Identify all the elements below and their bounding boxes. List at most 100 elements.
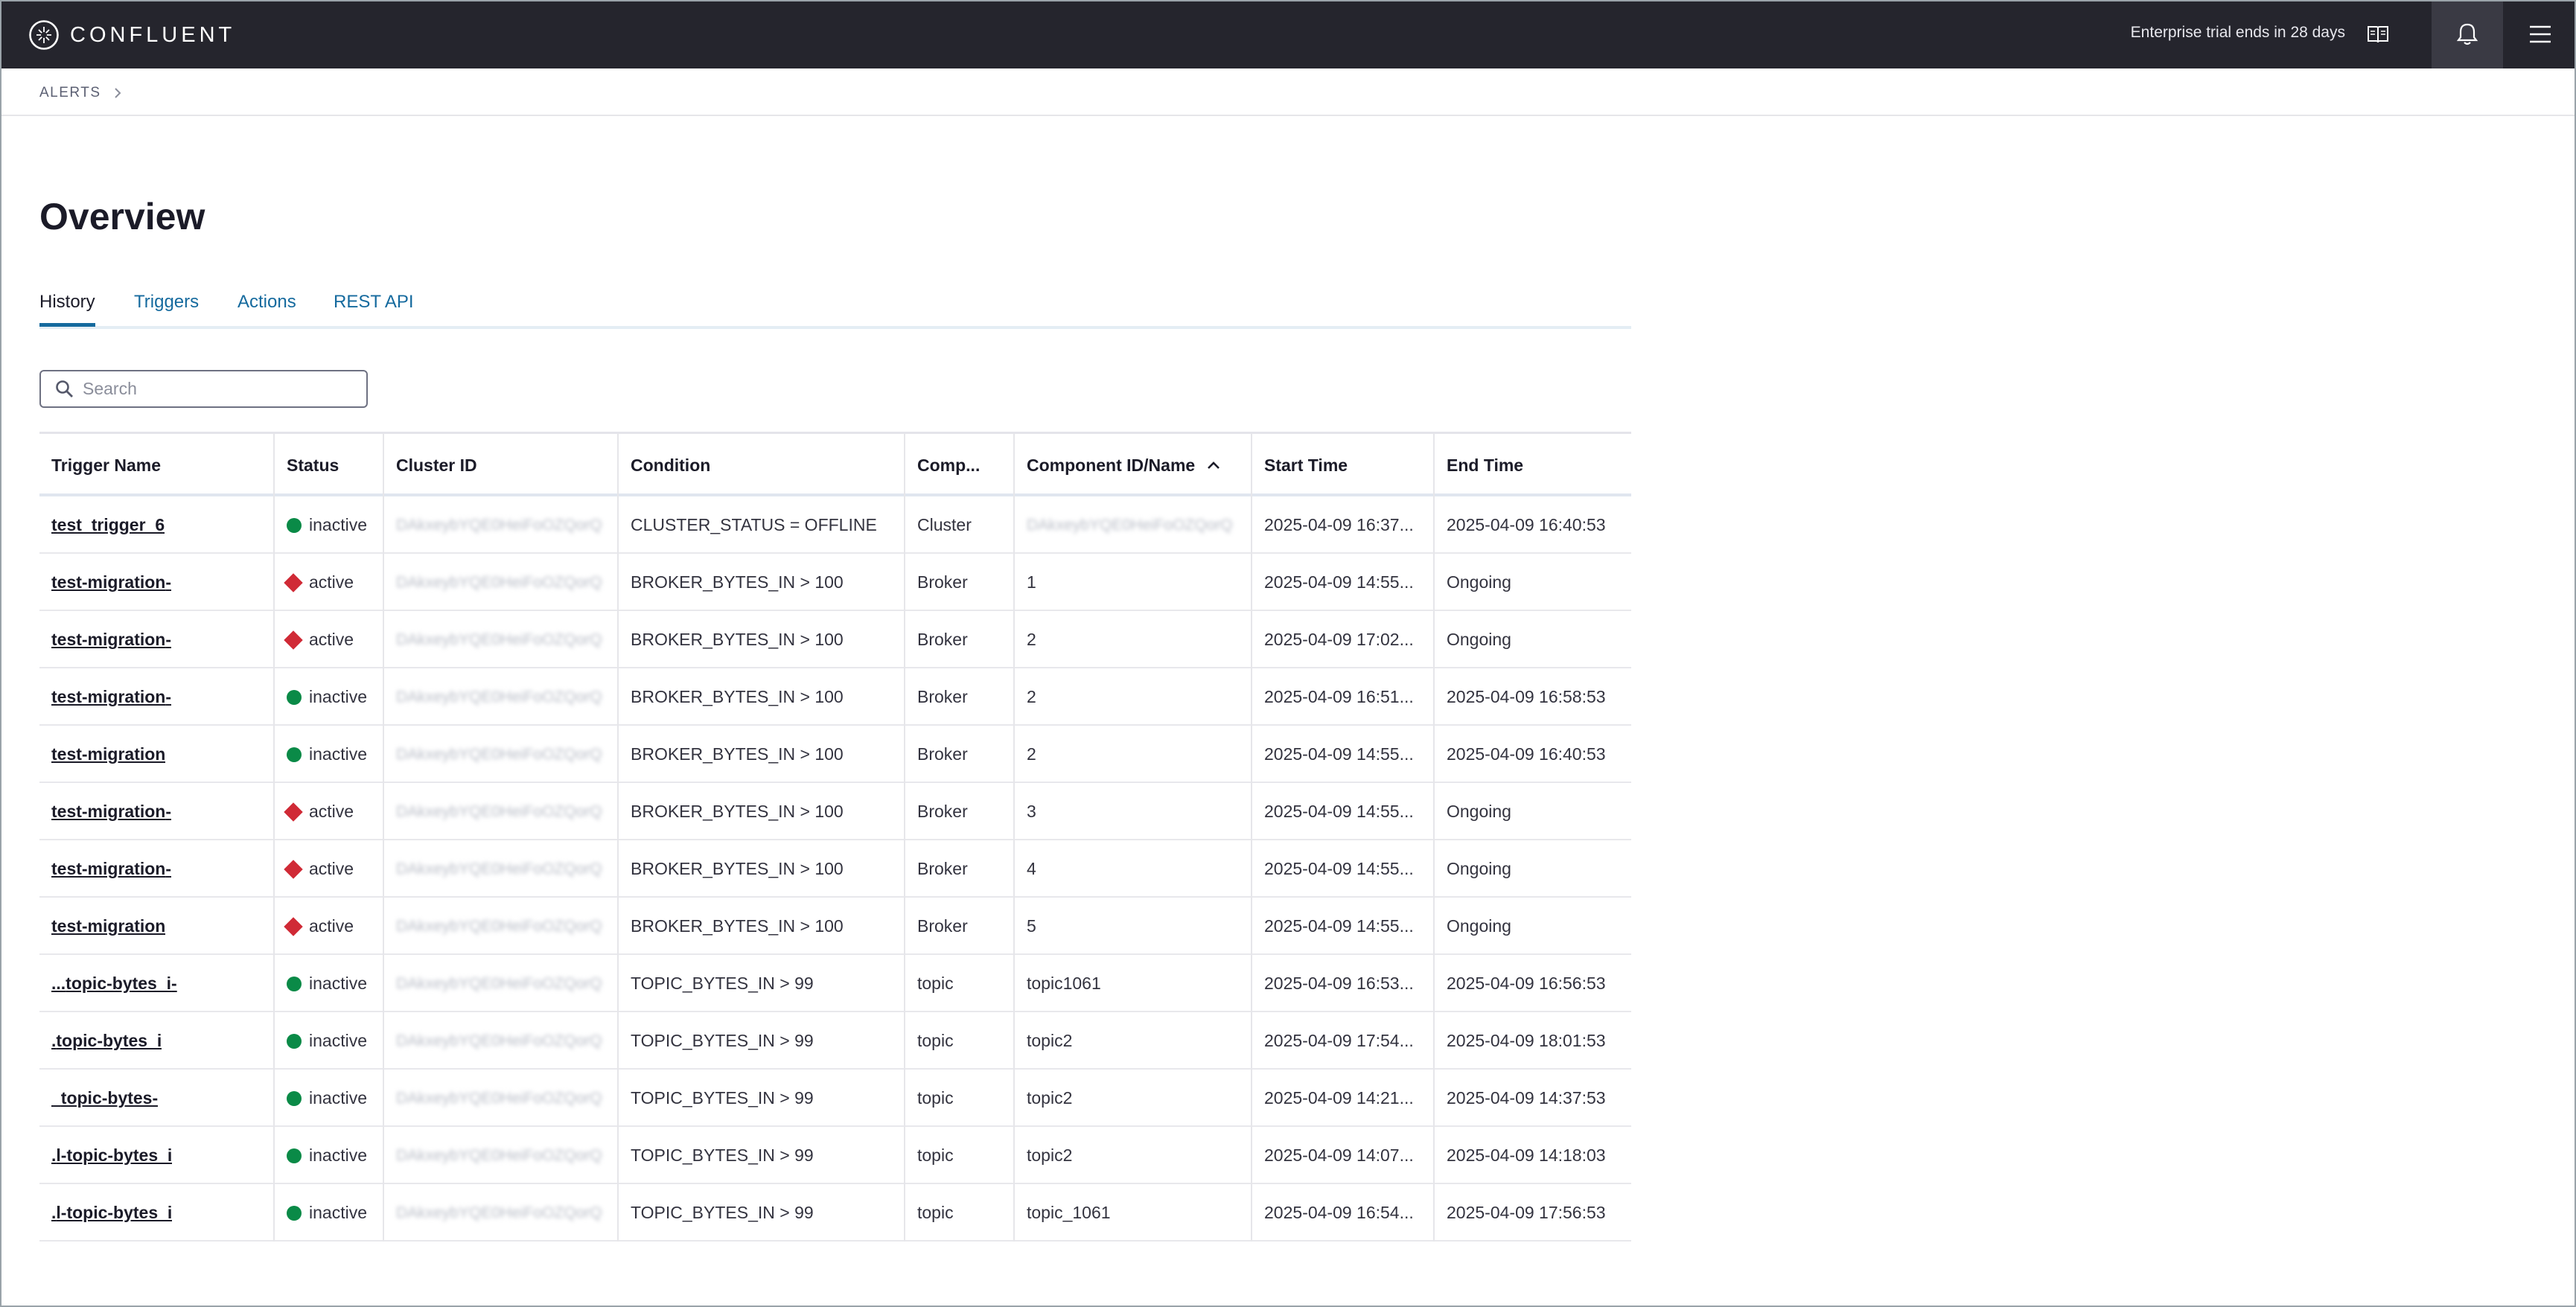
col-header-cluster-id[interactable]: Cluster ID (383, 434, 617, 496)
cell-trigger-name: l-topic-bytes_i. (39, 1127, 273, 1184)
cell-component-id: topic2 (1013, 1127, 1251, 1184)
start-time-text: 2025-04-09 17:02... (1264, 630, 1414, 649)
col-header-component-id[interactable]: Component ID/Name (1013, 434, 1251, 496)
trigger-name-link[interactable]: test-migration (51, 916, 165, 936)
component-type-text: Broker (917, 859, 968, 878)
tab-triggers[interactable]: Triggers (134, 292, 199, 323)
cell-end-time: 2025-04-09 16:56:53 (1433, 955, 1631, 1012)
cell-start-time: 2025-04-09 17:54... (1251, 1012, 1433, 1070)
trigger-name-link[interactable]: -test-migration (51, 802, 171, 822)
col-header-status[interactable]: Status (273, 434, 383, 496)
cluster-id-redacted: DAkxeybYQE0HeiFoOZQorQ (396, 1089, 602, 1107)
table-row[interactable]: topic-bytes_i. inactive DAkxeybYQE0HeiFoOZ… (39, 1012, 1631, 1070)
cell-component-type: topic (904, 955, 1013, 1012)
cluster-id-redacted: DAkxeybYQE0HeiFoOZQorQ (396, 860, 602, 878)
component-id-text: 1 (1027, 572, 1036, 592)
cluster-id-redacted: DAkxeybYQE0HeiFoOZQorQ (396, 974, 602, 992)
table-row[interactable]: -topic-bytes_i... inactive DAkxeybYQE0HeiF… (39, 955, 1631, 1012)
condition-text: BROKER_BYTES_IN > 100 (631, 802, 844, 821)
table-row[interactable]: -test-migration active DAkxeybYQE0HeiFoOZQ… (39, 783, 1631, 840)
search-input[interactable] (83, 379, 366, 399)
table-row[interactable]: l-topic-bytes_i. inactive DAkxeybYQE0HeiFo… (39, 1184, 1631, 1242)
cell-component-type: Broker (904, 840, 1013, 898)
status-label: inactive (309, 744, 367, 764)
search-box[interactable] (39, 370, 368, 408)
trigger-name-link[interactable]: test_trigger_6 (51, 515, 165, 535)
cell-component-type: Broker (904, 783, 1013, 840)
table-row[interactable]: l-topic-bytes_i. inactive DAkxeybYQE0HeiFo… (39, 1127, 1631, 1184)
table-row[interactable]: test_trigger_6 inactive DAkxeybYQE0HeiFoOZ… (39, 496, 1631, 554)
cell-trigger-name: -test-migration (39, 840, 273, 898)
end-time-text: Ongoing (1447, 859, 1511, 878)
sort-ascending-icon[interactable] (1205, 457, 1222, 473)
cell-component-id: 2 (1013, 668, 1251, 726)
cell-component-id: 5 (1013, 898, 1251, 955)
status-label: inactive (309, 1088, 367, 1108)
cell-status: inactive (273, 1012, 383, 1070)
trigger-name-link[interactable]: -test-migration (51, 859, 171, 879)
end-time-text: 2025-04-09 16:58:53 (1447, 687, 1606, 706)
docs-button[interactable] (2342, 0, 2414, 68)
tab-actions[interactable]: Actions (237, 292, 296, 323)
col-header-start-time[interactable]: Start Time (1251, 434, 1433, 496)
end-time-text: Ongoing (1447, 572, 1511, 592)
table-row[interactable]: -test-migration active DAkxeybYQE0HeiFoOZQ… (39, 611, 1631, 668)
main-menu-button[interactable] (2505, 0, 2576, 68)
brand-name: CONFLUENT (70, 22, 236, 47)
col-header-end-time[interactable]: End Time (1433, 434, 1631, 496)
component-id-text: 4 (1027, 859, 1036, 878)
cell-component-type: Broker (904, 554, 1013, 611)
start-time-text: 2025-04-09 14:07... (1264, 1145, 1414, 1165)
trigger-name-link[interactable]: l-topic-bytes_i. (51, 1145, 172, 1166)
table-row[interactable]: -test-migration active DAkxeybYQE0HeiFoOZQ… (39, 554, 1631, 611)
trigger-name-link[interactable]: l-topic-bytes_i. (51, 1203, 172, 1223)
end-time-text: 2025-04-09 16:56:53 (1447, 974, 1606, 993)
tab-history[interactable]: History (39, 292, 95, 327)
confluent-logo[interactable]: CONFLUENT (28, 19, 235, 51)
component-type-text: topic (917, 974, 954, 993)
trigger-name-link[interactable]: -topic-bytes_i... (51, 974, 177, 994)
status-inactive-icon (287, 689, 302, 705)
component-id-text: topic1061 (1027, 974, 1101, 993)
cluster-id-redacted: DAkxeybYQE0HeiFoOZQorQ (396, 630, 602, 648)
cell-start-time: 2025-04-09 16:51... (1251, 668, 1433, 726)
trigger-name-link[interactable]: -topic-bytes_ (51, 1088, 158, 1108)
condition-text: BROKER_BYTES_IN > 100 (631, 630, 844, 649)
table-row[interactable]: -topic-bytes_ inactive DAkxeybYQE0HeiFoOZQ… (39, 1070, 1631, 1127)
cell-cluster-id: DAkxeybYQE0HeiFoOZQorQ (383, 1127, 617, 1184)
tab-rest-api[interactable]: REST API (334, 292, 414, 323)
cell-status: active (273, 611, 383, 668)
notifications-button[interactable] (2432, 0, 2503, 68)
condition-text: TOPIC_BYTES_IN > 99 (631, 974, 814, 993)
cell-component-type: topic (904, 1184, 1013, 1242)
component-type-text: Broker (917, 916, 968, 936)
table-row[interactable]: -test-migration inactive DAkxeybYQE0HeiFoO… (39, 668, 1631, 726)
trigger-name-link[interactable]: test-migration (51, 744, 165, 764)
start-time-text: 2025-04-09 14:55... (1264, 572, 1414, 592)
col-header-condition[interactable]: Condition (617, 434, 904, 496)
component-id-text: 2 (1027, 744, 1036, 764)
trigger-name-link[interactable]: topic-bytes_i. (51, 1031, 162, 1051)
table-row[interactable]: test-migration active DAkxeybYQE0HeiFoOZQo… (39, 898, 1631, 955)
trigger-name-link[interactable]: -test-migration (51, 630, 171, 650)
trigger-name-link[interactable]: -test-migration (51, 572, 171, 592)
col-header-component-type[interactable]: Comp... (904, 434, 1013, 496)
condition-text: BROKER_BYTES_IN > 100 (631, 572, 844, 592)
component-type-text: Broker (917, 802, 968, 821)
cell-component-id: 2 (1013, 726, 1251, 783)
table-row[interactable]: test-migration inactive DAkxeybYQE0HeiFoOZ… (39, 726, 1631, 783)
status-inactive-icon (287, 747, 302, 762)
cell-condition: BROKER_BYTES_IN > 100 (617, 611, 904, 668)
cell-cluster-id: DAkxeybYQE0HeiFoOZQorQ (383, 1070, 617, 1127)
table-row[interactable]: -test-migration active DAkxeybYQE0HeiFoOZQ… (39, 840, 1631, 898)
status-label: inactive (309, 1031, 367, 1050)
cell-status: inactive (273, 955, 383, 1012)
start-time-text: 2025-04-09 16:53... (1264, 974, 1414, 993)
breadcrumb-alerts[interactable]: ALERTS (39, 85, 101, 101)
status-label: inactive (309, 974, 367, 993)
component-type-text: topic (917, 1088, 954, 1108)
col-header-trigger-name[interactable]: Trigger Name (39, 434, 273, 496)
trigger-name-link[interactable]: -test-migration (51, 687, 171, 707)
end-time-text: 2025-04-09 18:01:53 (1447, 1031, 1606, 1050)
cell-end-time: 2025-04-09 14:37:53 (1433, 1070, 1631, 1127)
